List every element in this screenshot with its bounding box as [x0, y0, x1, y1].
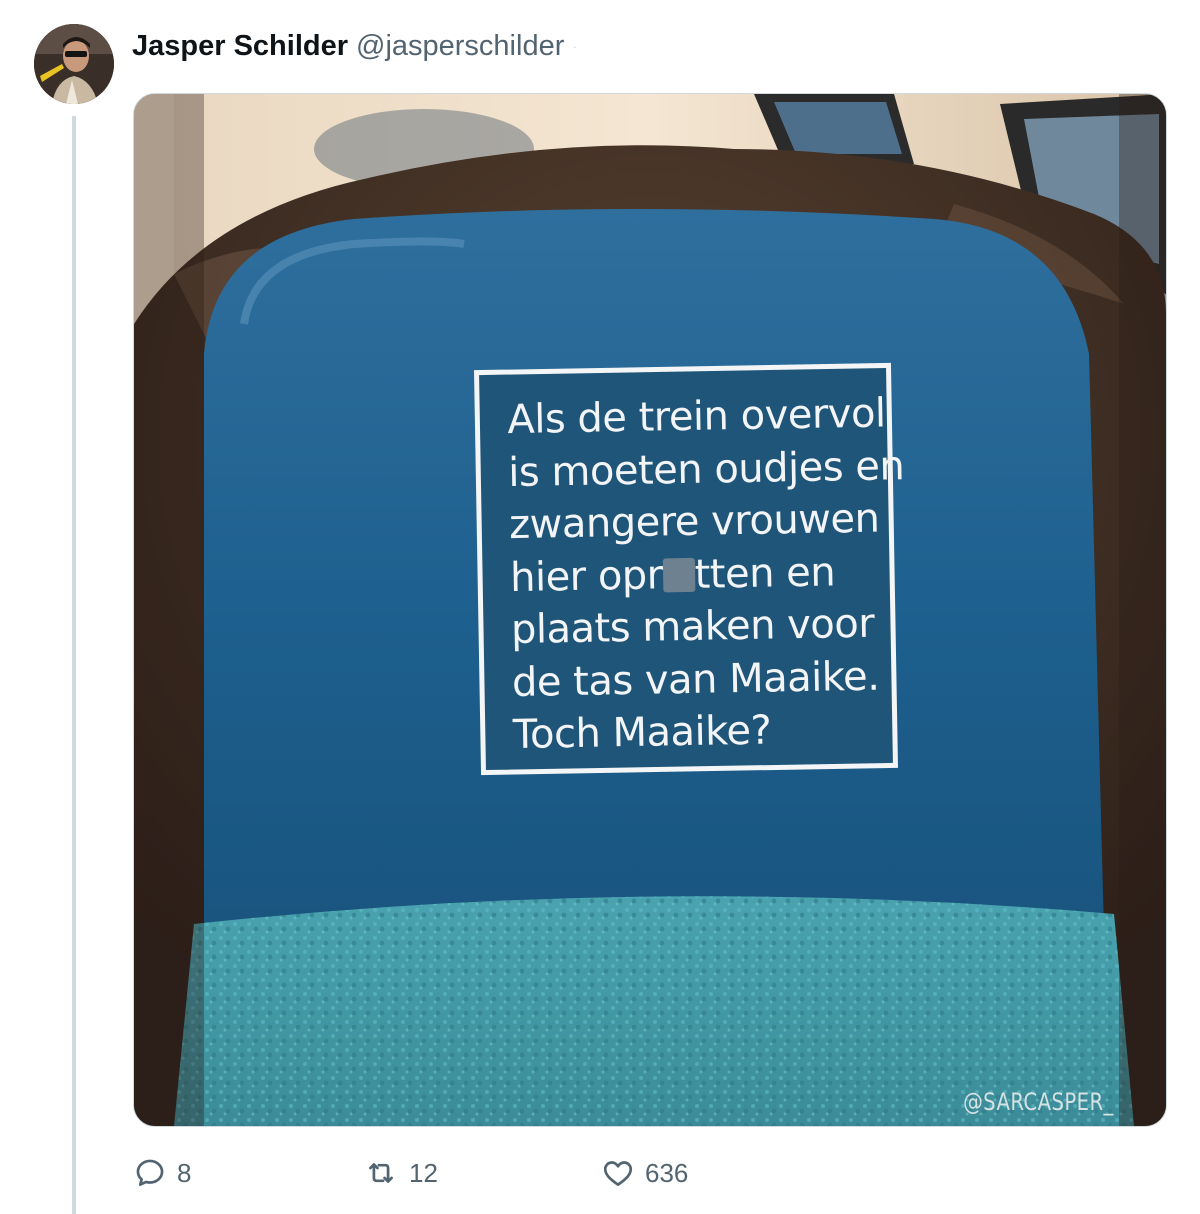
- seat-sign: Als de trein overvol is moeten oudjes en…: [477, 365, 905, 772]
- retweet-button[interactable]: 12: [363, 1150, 438, 1196]
- avatar-photo: [34, 24, 114, 104]
- reply-icon: [136, 1159, 164, 1186]
- reply-count: 8: [177, 1157, 192, 1188]
- author-avatar[interactable]: [34, 24, 114, 104]
- sign-line-6: de tas van Maaike.: [511, 653, 880, 706]
- blurred-letters: [662, 557, 695, 592]
- retweet-icon: [369, 1163, 393, 1183]
- tweet-media-image[interactable]: Als de trein overvol is moeten oudjes en…: [133, 93, 1167, 1127]
- thread-line: [72, 116, 76, 1214]
- sign-line-2: is moeten oudjes en: [507, 442, 905, 496]
- image-watermark: @SARCASPER_: [963, 1088, 1114, 1116]
- tweet-actions: 8 12 636: [133, 1150, 1133, 1196]
- retweet-count: 12: [409, 1157, 438, 1188]
- heart-icon: [603, 1161, 633, 1186]
- sign-line-7: Toch Maaike?: [512, 707, 772, 759]
- like-count: 636: [645, 1157, 689, 1188]
- reply-button[interactable]: 8: [133, 1150, 191, 1196]
- header-separator: ·: [572, 38, 578, 54]
- author-handle[interactable]: @jasperschilder: [356, 30, 564, 63]
- sign-line-4-end: tten en: [694, 548, 836, 598]
- sign-text: Als de trein overvol is moeten oudjes en…: [506, 387, 905, 761]
- author-display-name[interactable]: Jasper Schilder: [132, 30, 348, 63]
- sign-line-4-start: hier opr: [509, 551, 664, 601]
- sign-line-5: plaats maken voor: [510, 600, 875, 654]
- like-button[interactable]: 636: [601, 1150, 688, 1196]
- sign-line-3: zwangere vrouwen: [508, 495, 880, 549]
- tweet-header: Jasper Schilder @jasperschilder ·: [132, 26, 577, 66]
- sign-line-1: Als de trein overvol: [506, 390, 886, 444]
